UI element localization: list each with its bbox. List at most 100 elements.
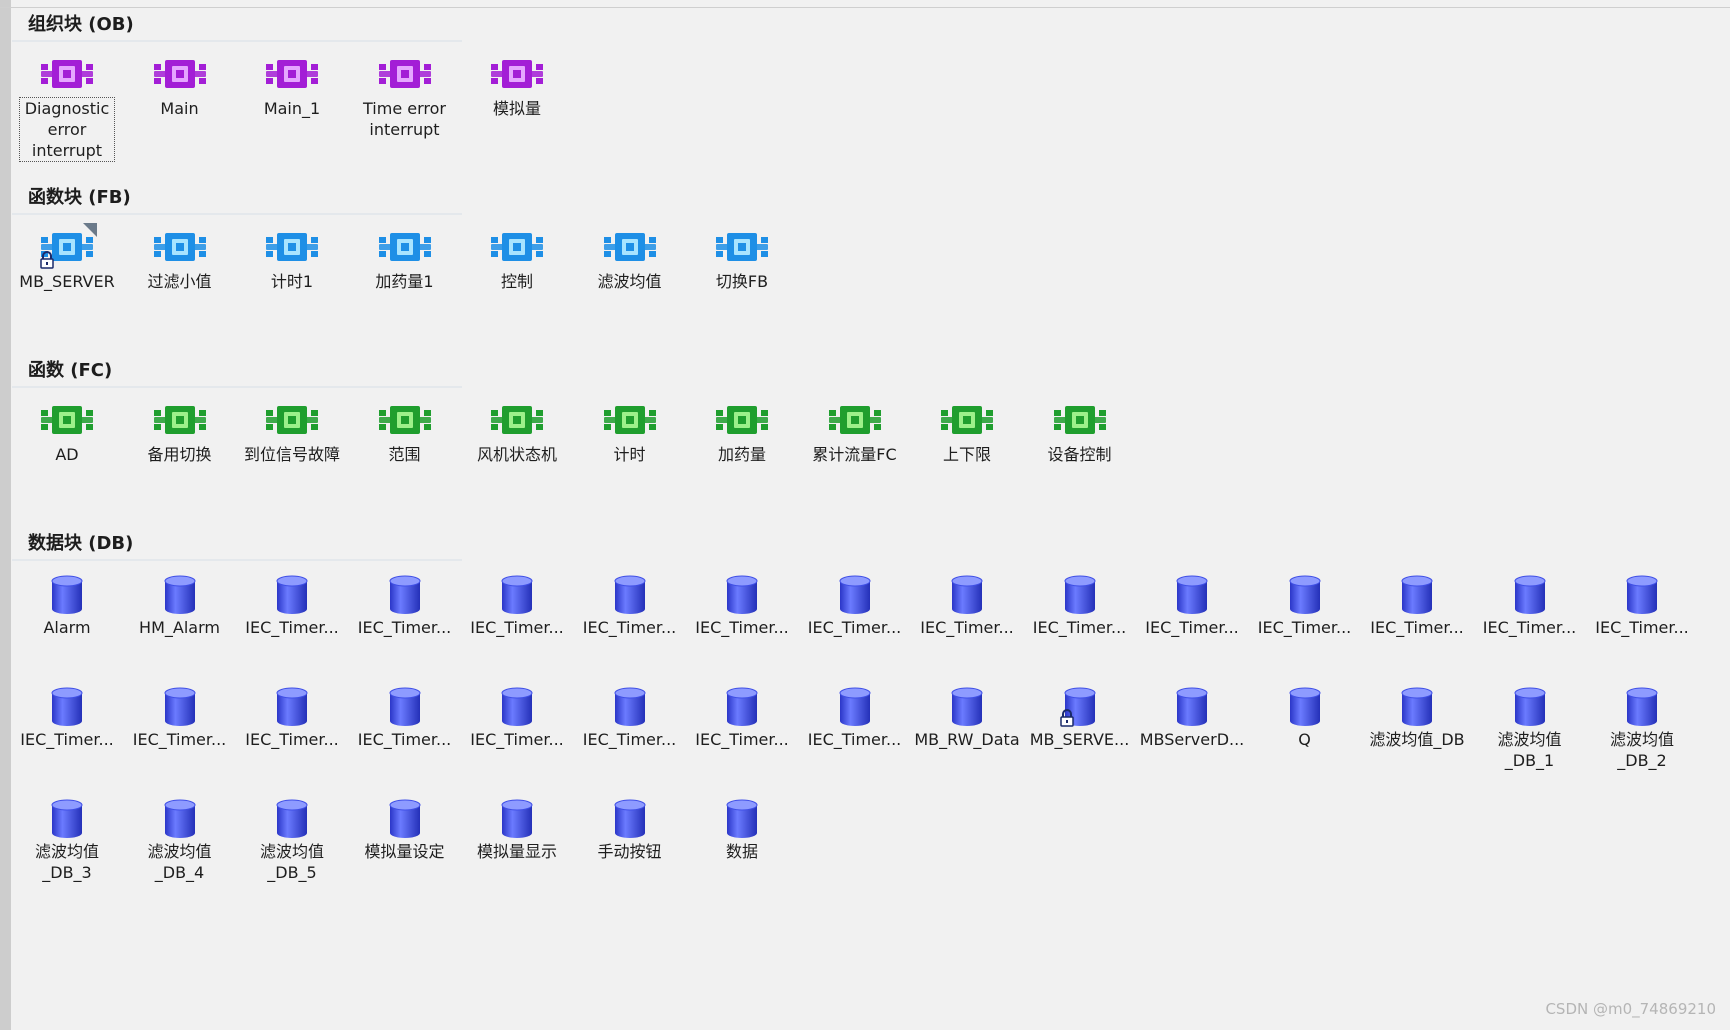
db-block-label: 模拟量显示 bbox=[476, 842, 557, 861]
ob-block-icon bbox=[487, 54, 547, 94]
fb-block-label: 计时1 bbox=[270, 272, 314, 291]
db-block-label: HM_Alarm bbox=[139, 618, 220, 637]
fc-block-icon bbox=[1050, 400, 1110, 440]
db-block-item[interactable]: IEC_Timer... bbox=[1361, 573, 1473, 638]
db-block-item[interactable]: IEC_Timer... bbox=[349, 685, 461, 750]
fc-block-label: 到位信号故障 bbox=[243, 445, 340, 464]
fc-block-item[interactable]: 范围 bbox=[349, 400, 461, 465]
fc-block-item[interactable]: 上下限 bbox=[911, 400, 1023, 465]
fc-block-icon bbox=[825, 400, 885, 440]
db-cylinder-icon bbox=[150, 797, 210, 838]
db-block-item[interactable]: HM_Alarm bbox=[124, 573, 236, 638]
fc-block-label: 风机状态机 bbox=[476, 445, 557, 464]
section-title-fc: 函数 (FC) bbox=[28, 360, 113, 381]
fc-block-label: 计时 bbox=[613, 445, 646, 464]
db-block-item[interactable]: 滤波均值_DB_4 bbox=[124, 797, 236, 883]
ob-block-label: Main bbox=[160, 99, 199, 118]
db-block-item[interactable]: IEC_Timer... bbox=[461, 573, 573, 638]
ob-block-item[interactable]: Main_1 bbox=[236, 54, 348, 119]
db-block-item[interactable]: IEC_Timer... bbox=[349, 573, 461, 638]
db-block-item[interactable]: IEC_Timer... bbox=[686, 573, 798, 638]
db-block-item[interactable]: IEC_Timer... bbox=[236, 573, 348, 638]
fc-block-item[interactable]: 累计流量FC bbox=[799, 400, 911, 465]
db-block-item[interactable]: IEC_Timer... bbox=[461, 685, 573, 750]
db-block-item[interactable]: 滤波均值_DB_2 bbox=[1586, 685, 1698, 771]
db-cylinder-icon bbox=[712, 797, 772, 838]
db-block-item[interactable]: IEC_Timer... bbox=[1474, 573, 1586, 638]
fc-block-item[interactable]: 计时 bbox=[574, 400, 686, 465]
fb-block-item[interactable]: 控制 bbox=[461, 227, 573, 292]
db-cylinder-icon bbox=[150, 685, 210, 726]
fc-block-item[interactable]: 风机状态机 bbox=[461, 400, 573, 465]
db-block-item[interactable]: IEC_Timer... bbox=[1136, 573, 1248, 638]
fb-block-icon bbox=[600, 227, 660, 267]
ob-block-label: Time error interrupt bbox=[363, 99, 446, 139]
db-block-label: IEC_Timer... bbox=[807, 730, 902, 749]
db-block-label: IEC_Timer... bbox=[695, 730, 789, 749]
db-block-item[interactable]: IEC_Timer... bbox=[1586, 573, 1698, 638]
db-block-label: MBServerD... bbox=[1139, 730, 1245, 749]
db-block-item[interactable]: 滤波均值_DB bbox=[1361, 685, 1473, 750]
db-block-item[interactable]: MB_RW_Data bbox=[911, 685, 1023, 750]
fb-block-item[interactable]: MB_SERVER bbox=[11, 223, 123, 292]
fb-block-item[interactable]: 加药量1 bbox=[349, 227, 461, 292]
db-block-label: IEC_Timer... bbox=[1370, 618, 1464, 637]
db-block-item[interactable]: IEC_Timer... bbox=[1024, 573, 1136, 638]
ob-block-item[interactable]: 模拟量 bbox=[461, 54, 573, 119]
db-block-label: IEC_Timer... bbox=[1257, 618, 1352, 637]
db-block-item[interactable]: IEC_Timer... bbox=[1249, 573, 1361, 638]
db-block-item[interactable]: IEC_Timer... bbox=[236, 685, 348, 750]
db-block-label: IEC_Timer... bbox=[1032, 618, 1127, 637]
fc-block-item[interactable]: 设备控制 bbox=[1024, 400, 1136, 465]
db-block-item[interactable]: 模拟量显示 bbox=[461, 797, 573, 862]
fb-block-item[interactable]: 切换FB bbox=[686, 227, 798, 292]
db-block-label: IEC_Timer... bbox=[920, 618, 1014, 637]
fc-block-item[interactable]: 备用切换 bbox=[124, 400, 236, 465]
ob-block-item[interactable]: Diagnostic error interrupt bbox=[11, 54, 123, 162]
db-block-item[interactable]: IEC_Timer... bbox=[686, 685, 798, 750]
fb-block-item[interactable]: 滤波均值 bbox=[574, 227, 686, 292]
fc-block-item[interactable]: AD bbox=[11, 400, 123, 465]
db-block-item[interactable]: IEC_Timer... bbox=[124, 685, 236, 750]
section-divider-ob bbox=[12, 40, 462, 42]
db-block-item[interactable]: Alarm bbox=[11, 573, 123, 638]
db-block-item[interactable]: 数据 bbox=[686, 797, 798, 862]
db-cylinder-icon bbox=[487, 685, 547, 726]
db-block-item[interactable]: MBServerD... bbox=[1136, 685, 1248, 750]
db-block-item[interactable]: IEC_Timer... bbox=[911, 573, 1023, 638]
db-block-item[interactable]: 滤波均值_DB_3 bbox=[11, 797, 123, 883]
db-block-label: IEC_Timer... bbox=[1595, 618, 1689, 637]
ob-block-icon bbox=[37, 54, 97, 94]
db-cylinder-icon bbox=[1162, 573, 1222, 614]
db-block-item[interactable]: IEC_Timer... bbox=[574, 573, 686, 638]
db-cylinder-icon bbox=[375, 573, 435, 614]
fc-block-icon bbox=[487, 400, 547, 440]
db-block-label: MB_RW_Data bbox=[914, 730, 1020, 749]
db-block-item[interactable]: 手动按钮 bbox=[574, 797, 686, 862]
db-block-label: IEC_Timer... bbox=[807, 618, 902, 637]
db-block-label: IEC_Timer... bbox=[470, 730, 564, 749]
db-cylinder-icon bbox=[1500, 685, 1560, 726]
ob-block-item[interactable]: Main bbox=[124, 54, 236, 119]
fb-block-icon bbox=[150, 227, 210, 267]
db-block-item[interactable]: MB_SERVE... bbox=[1024, 685, 1136, 750]
db-cylinder-icon bbox=[262, 573, 322, 614]
fc-block-item[interactable]: 到位信号故障 bbox=[236, 400, 348, 465]
db-block-item[interactable]: IEC_Timer... bbox=[11, 685, 123, 750]
fb-block-label: 控制 bbox=[500, 272, 533, 291]
fb-block-item[interactable]: 过滤小值 bbox=[124, 227, 236, 292]
db-cylinder-icon bbox=[375, 797, 435, 838]
lock-icon bbox=[1059, 709, 1074, 731]
fc-block-item[interactable]: 加药量 bbox=[686, 400, 798, 465]
fc-block-icon bbox=[937, 400, 997, 440]
fc-block-icon bbox=[600, 400, 660, 440]
db-block-item[interactable]: 模拟量设定 bbox=[349, 797, 461, 862]
db-block-item[interactable]: Q bbox=[1249, 685, 1361, 750]
db-block-item[interactable]: 滤波均值_DB_1 bbox=[1474, 685, 1586, 771]
db-block-item[interactable]: IEC_Timer... bbox=[574, 685, 686, 750]
fb-block-item[interactable]: 计时1 bbox=[236, 227, 348, 292]
db-block-item[interactable]: IEC_Timer... bbox=[799, 685, 911, 750]
db-block-item[interactable]: IEC_Timer... bbox=[799, 573, 911, 638]
ob-block-item[interactable]: Time error interrupt bbox=[349, 54, 461, 140]
db-block-item[interactable]: 滤波均值_DB_5 bbox=[236, 797, 348, 883]
